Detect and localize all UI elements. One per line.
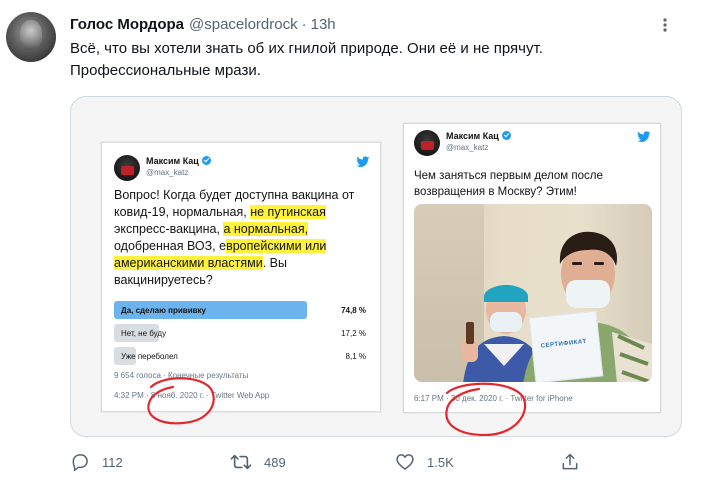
card-date: 30 дек. 2020 г. [450, 394, 504, 403]
tweet-timestamp[interactable]: 13h [311, 16, 336, 33]
reply-icon [72, 454, 88, 472]
card-author-handle: @max_katz [446, 143, 489, 152]
screenshot-poll-tweet[interactable]: Максим Кац @max_katz Вопрос! Когда будет… [101, 142, 381, 412]
tweet-media[interactable]: Максим Кац @max_katz Вопрос! Когда будет… [70, 96, 682, 437]
like-count: 1.5K [427, 454, 454, 470]
verified-icon [501, 131, 511, 140]
tweet[interactable]: Голос Мордора @spacelordrock · 13h Всё, … [0, 0, 718, 497]
twitter-logo-icon [356, 156, 370, 167]
card-author-name: Максим Кац [446, 131, 511, 141]
twitter-logo-icon [637, 131, 651, 142]
vaccination-photo: СЕРТИФИКАТ [414, 204, 652, 382]
author-avatar[interactable] [6, 12, 56, 62]
screenshot-photo-tweet[interactable]: Максим Кац @max_katz Чем заняться первым… [403, 123, 661, 413]
more-options-button[interactable] [652, 12, 678, 38]
tweet-actions: 112 489 1.5K [70, 449, 630, 475]
author-display-name[interactable]: Голос Мордора [70, 16, 184, 33]
like-button[interactable]: 1.5K [395, 449, 454, 475]
card-avatar [414, 130, 440, 156]
reply-button[interactable]: 112 [70, 449, 123, 475]
share-icon [562, 453, 578, 470]
author-handle[interactable]: @spacelordrock [189, 16, 298, 33]
poll-option-3: Уже переболел 8,1 % [114, 347, 372, 365]
card-tweet-text: Вопрос! Когда будет доступна вакцина от … [114, 188, 355, 287]
card-timestamp: 4:32 PM · 8 нояб. 2020 г. · Twitter Web … [114, 391, 270, 400]
certificate: СЕРТИФИКАТ [528, 310, 604, 382]
separator-dot: · [301, 15, 307, 33]
card-date: 8 нояб. 2020 г. [150, 391, 204, 400]
more-icon [663, 18, 667, 32]
card-timestamp: 6:17 PM · 30 дек. 2020 г. · Twitter for … [414, 394, 573, 403]
poll-option-2: Нет, не буду 17,2 % [114, 324, 372, 342]
tweet-header: Голос Мордора @spacelordrock · 13h [70, 14, 336, 34]
share-button[interactable] [560, 449, 580, 475]
retweet-count: 489 [264, 454, 286, 470]
card-author-handle: @max_katz [146, 168, 189, 177]
verified-icon [201, 156, 211, 165]
card-tweet-text: Чем заняться первым делом после возвраще… [414, 170, 603, 198]
reply-count: 112 [102, 454, 123, 470]
poll-option-1: Да, сделаю прививку 74,8 % [114, 301, 372, 319]
tweet-text: Всё, что вы хотели знать об их гнилой пр… [70, 40, 543, 79]
retweet-button[interactable]: 489 [230, 449, 286, 475]
retweet-icon [230, 454, 252, 470]
card-avatar [114, 155, 140, 181]
like-icon [396, 454, 414, 470]
card-author-name: Максим Кац [146, 156, 211, 166]
poll-results: 9 654 голоса · Конечные результаты [114, 371, 249, 380]
